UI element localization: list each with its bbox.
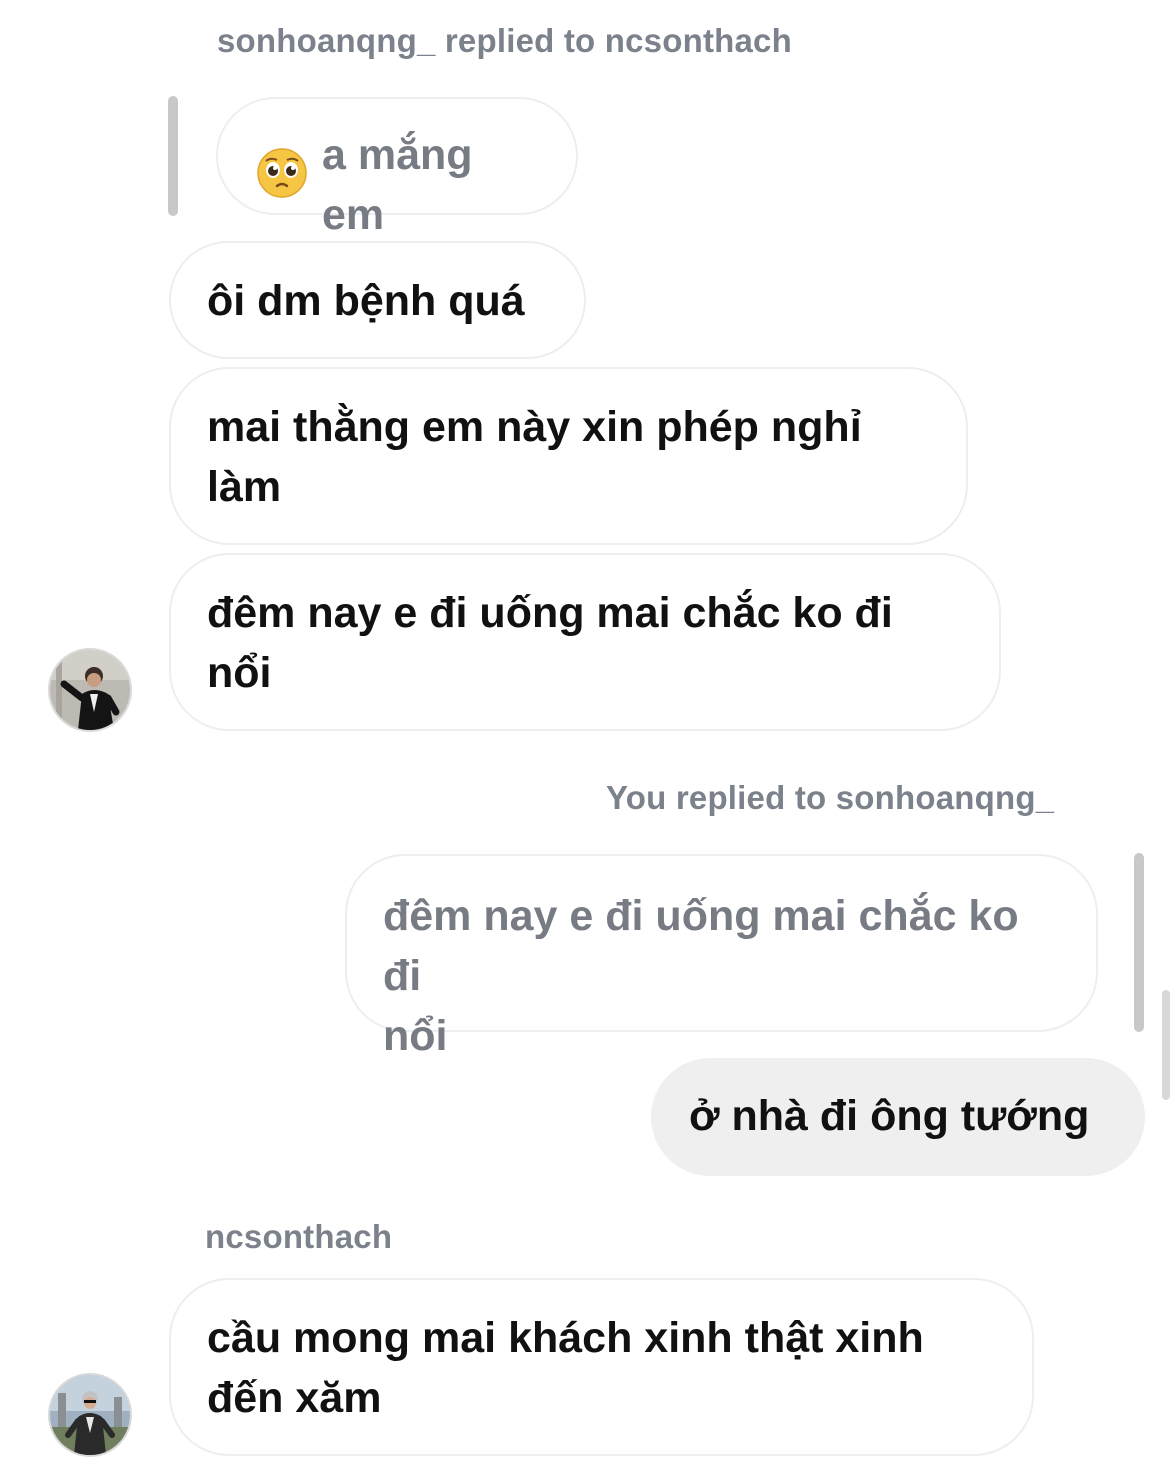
message-text: ôi dm bệnh quá: [207, 277, 525, 325]
avatar-photo: [50, 1375, 130, 1455]
reply-header: sonhoanqng_ replied to ncsonthach: [217, 22, 792, 59]
message-text-line: đến xăm: [207, 1374, 382, 1422]
scrollbar[interactable]: [1162, 990, 1170, 1100]
reply-header: You replied to sonhoanqng_: [606, 779, 1055, 816]
sender-avatar[interactable]: [48, 648, 132, 732]
pleading-face-icon: [256, 147, 308, 215]
message-text-line: cầu mong mai khách xinh thật xinh: [207, 1314, 924, 1362]
message-text-line: đêm nay e đi uống mai chắc ko đi: [207, 589, 893, 637]
outgoing-message-text: ở nhà đi ông tướng: [689, 1092, 1090, 1140]
quoted-message[interactable]: a mắng em: [216, 97, 578, 239]
quoted-message-text: a mắng em: [322, 131, 473, 239]
quoted-message[interactable]: đêm nay e đi uống mai chắc ko đi nổi: [345, 854, 1098, 1060]
quoted-message-line: nổi: [383, 1012, 448, 1060]
message-bubble[interactable]: cầu mong mai khách xinh thật xinh đến xă…: [169, 1278, 1034, 1456]
message-text-line: nổi: [207, 649, 272, 697]
sender-avatar[interactable]: [48, 1373, 132, 1457]
message-bubble[interactable]: đêm nay e đi uống mai chắc ko đi nổi: [169, 553, 1001, 731]
quoted-message-line: đêm nay e đi uống mai chắc ko đi: [383, 892, 1019, 1000]
outgoing-message-bubble[interactable]: ở nhà đi ông tướng: [651, 1058, 1145, 1176]
message-text-line: mai thằng em này xin phép nghỉ: [207, 403, 862, 451]
message-bubble[interactable]: ôi dm bệnh quá: [169, 241, 586, 359]
avatar-photo: [50, 650, 130, 730]
quote-indicator-bar: [1134, 853, 1144, 1032]
sender-name: ncsonthach: [205, 1218, 393, 1255]
message-text-line: làm: [207, 463, 282, 511]
quote-indicator-bar: [168, 96, 178, 216]
message-bubble[interactable]: mai thằng em này xin phép nghỉ làm: [169, 367, 968, 545]
